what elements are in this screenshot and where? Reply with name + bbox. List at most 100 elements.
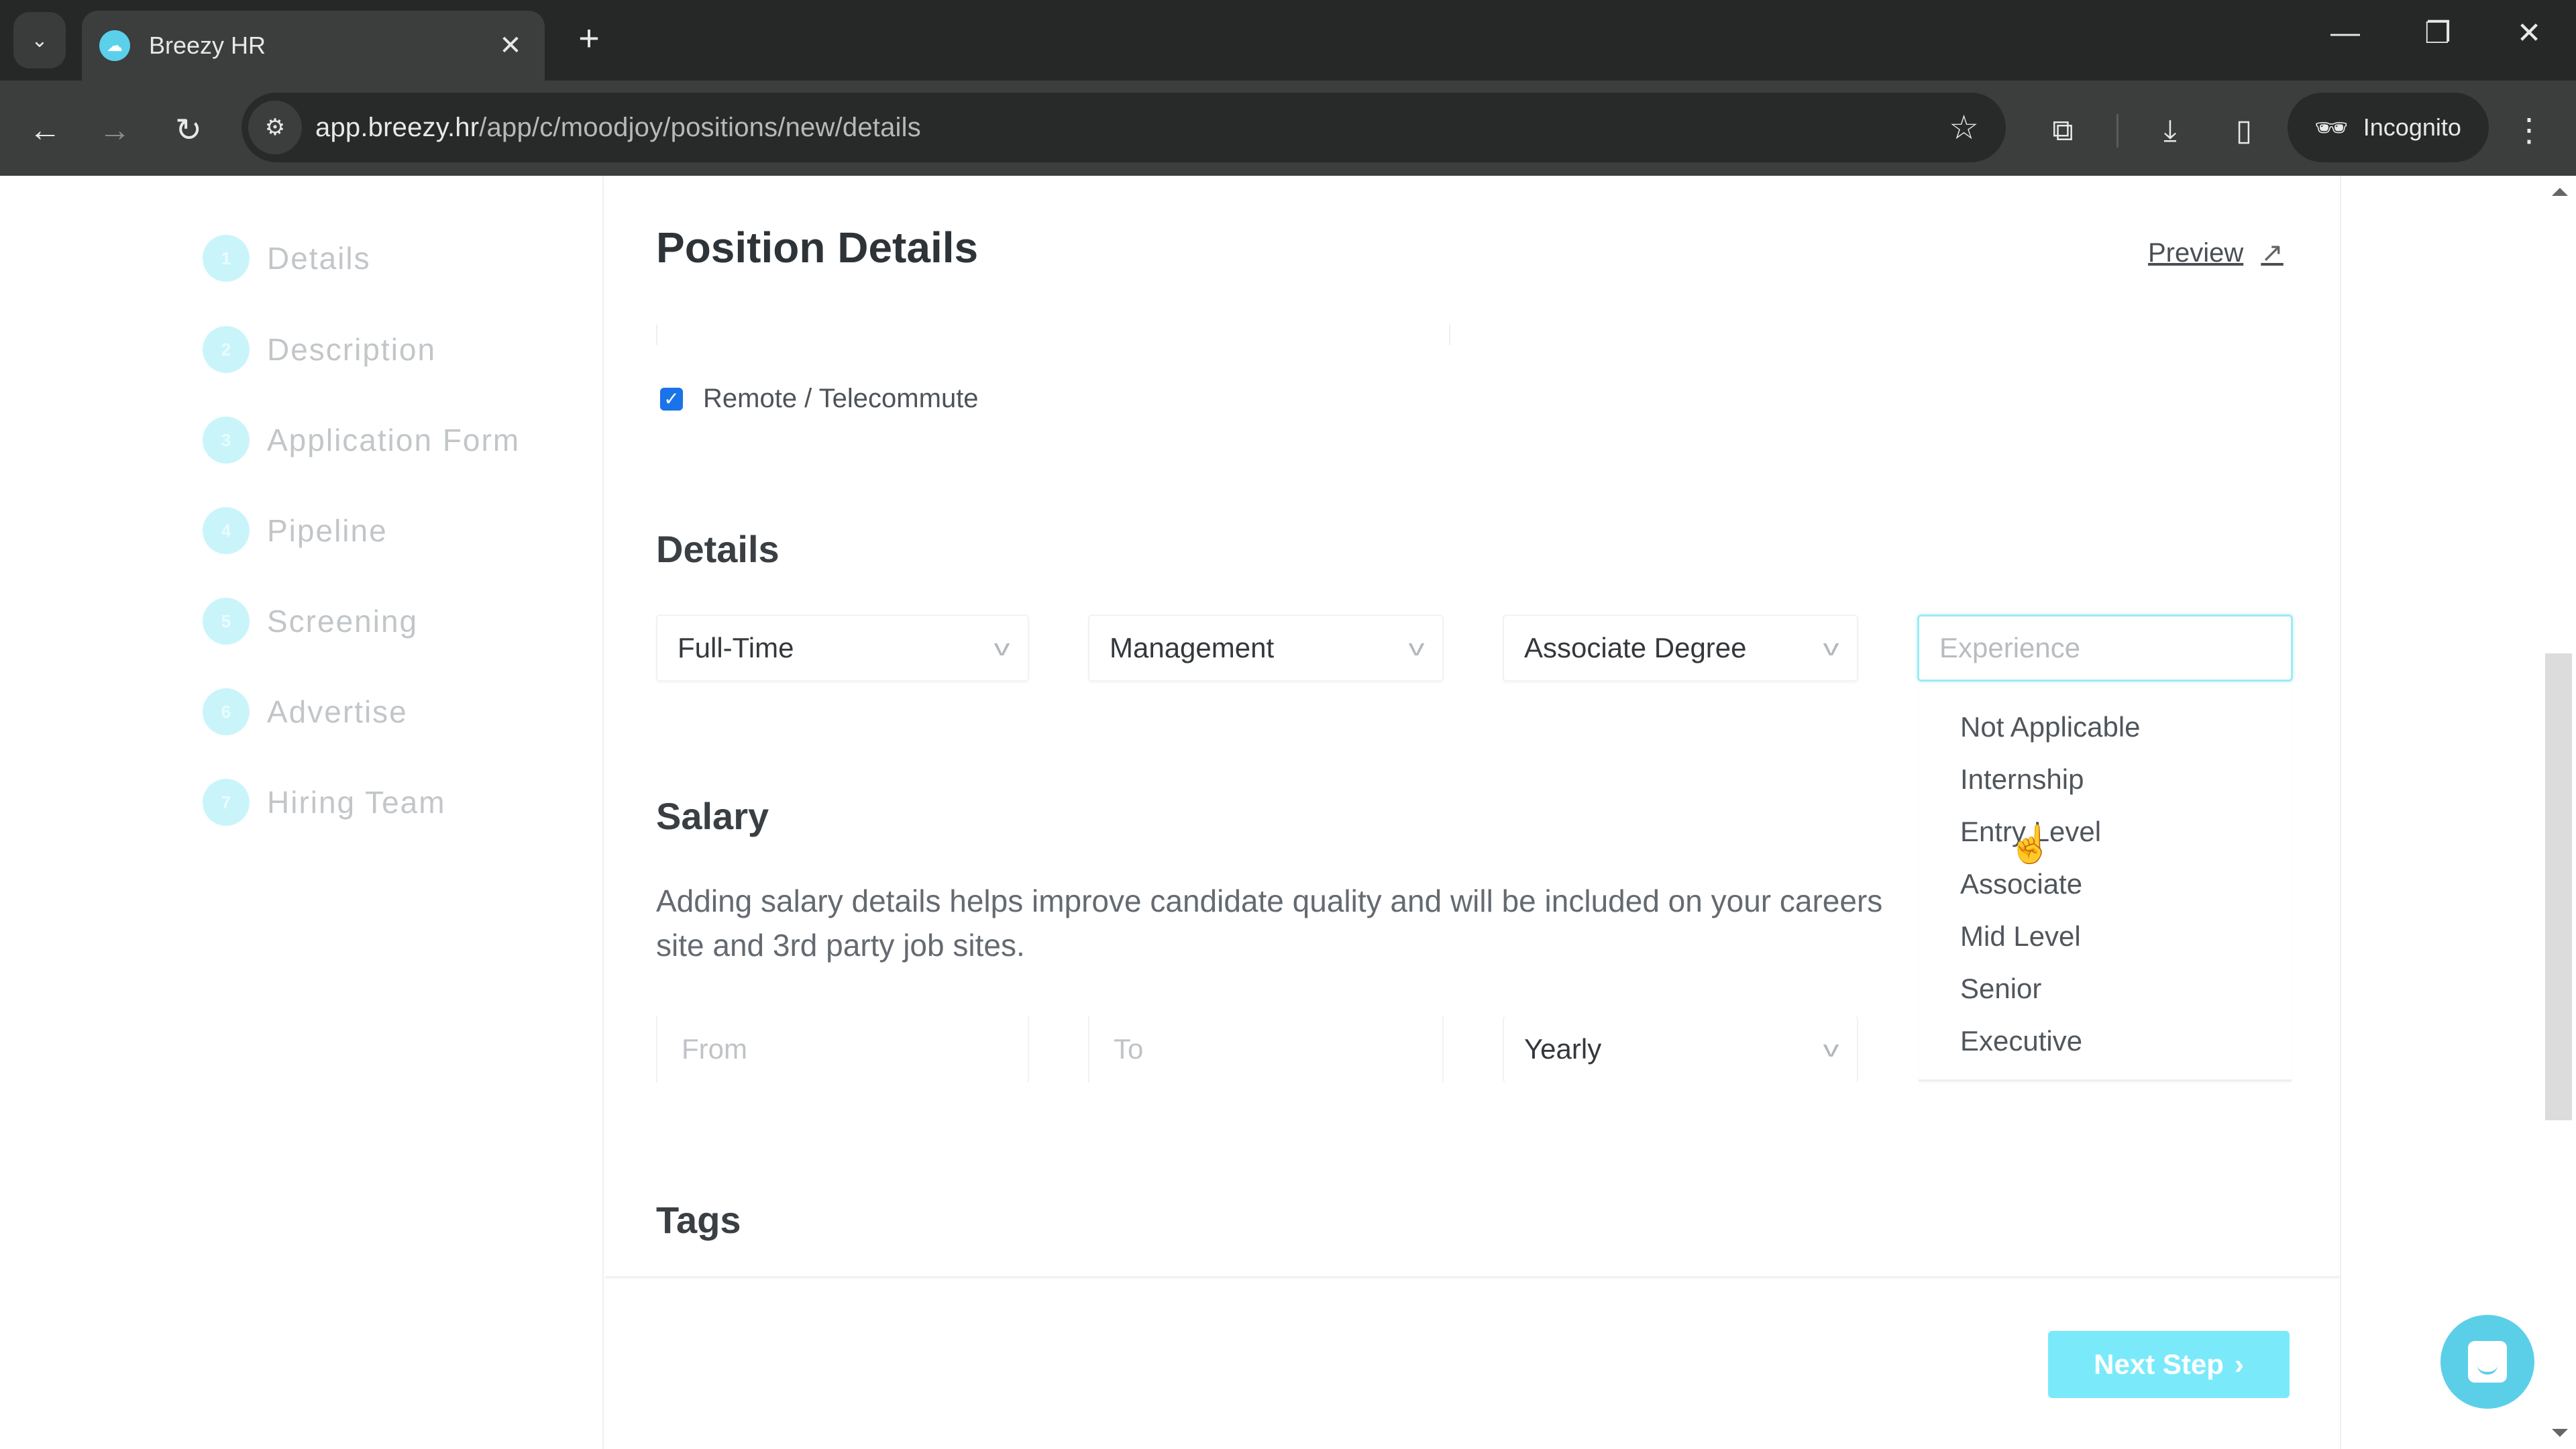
- salary-from-placeholder: From: [682, 1033, 747, 1065]
- step-label: Advertise: [267, 694, 408, 729]
- breezy-logo-icon: ☁: [99, 30, 130, 61]
- salary-from-input[interactable]: From: [656, 1016, 1029, 1083]
- forward-button[interactable]: →: [91, 107, 138, 154]
- page-title: Position Details: [656, 223, 979, 272]
- education-value: Associate Degree: [1524, 632, 1747, 663]
- preview-link[interactable]: Preview ↗: [2148, 237, 2284, 268]
- step-label: Hiring Team: [267, 785, 446, 820]
- next-step-button[interactable]: Next Step ›: [2048, 1331, 2290, 1398]
- external-link-icon: ↗: [2261, 238, 2284, 268]
- remote-checkbox[interactable]: ✓: [660, 387, 683, 411]
- chevron-down-icon: v: [1823, 635, 1839, 661]
- experience-option[interactable]: Internship: [1960, 763, 2084, 796]
- hand-cursor-icon: ☝: [2008, 824, 2053, 865]
- experience-option[interactable]: Not Applicable: [1960, 711, 2141, 743]
- reload-button[interactable]: ↻: [165, 107, 212, 154]
- download-icon[interactable]: ⤓: [2147, 107, 2194, 154]
- location-field-edge: [656, 325, 1450, 345]
- tags-section-title: Tags: [656, 1199, 741, 1241]
- restore-button[interactable]: ❐: [2411, 16, 2465, 50]
- main-panel: Position Details Preview ↗ ✓ Remote / Tel…: [605, 176, 2340, 1279]
- incognito-icon: 🕶: [2314, 113, 2349, 143]
- step-screening[interactable]: 5 Screening: [203, 598, 418, 645]
- step-number: 3: [203, 417, 250, 464]
- remote-option[interactable]: ✓ Remote / Telecommute: [660, 384, 979, 414]
- step-label: Application Form: [267, 423, 521, 458]
- scroll-down-arrow-icon[interactable]: [2552, 1429, 2568, 1437]
- experience-select[interactable]: Experience: [1917, 614, 2293, 682]
- step-application-form[interactable]: 3 Application Form: [203, 417, 520, 464]
- page-scrollbar[interactable]: [2542, 176, 2576, 1449]
- chat-icon: [2468, 1341, 2507, 1383]
- chevron-down-icon: v: [1823, 1036, 1839, 1062]
- details-section-title: Details: [656, 528, 780, 570]
- new-tab-button[interactable]: +: [569, 17, 609, 59]
- step-number: 4: [203, 507, 250, 554]
- browser-toolbar: ← → ↻ ⚙ app.breezy.hr/app/c/moodjoy/posi…: [0, 80, 2576, 176]
- next-step-label: Next Step: [2094, 1348, 2224, 1380]
- step-label: Pipeline: [267, 513, 388, 548]
- experience-option[interactable]: Associate: [1960, 868, 2082, 900]
- salary-to-placeholder: To: [1114, 1033, 1144, 1065]
- employment-type-value: Full-Time: [678, 632, 794, 663]
- experience-option[interactable]: Executive: [1960, 1025, 2082, 1057]
- tab-search-button[interactable]: ⌄: [13, 12, 66, 68]
- incognito-label: Incognito: [2363, 113, 2461, 141]
- step-details[interactable]: 1 Details: [203, 235, 371, 282]
- step-label: Description: [267, 332, 437, 367]
- employment-type-select[interactable]: Full-Time v: [656, 614, 1029, 682]
- kebab-menu-icon[interactable]: ⋮: [2509, 107, 2549, 154]
- scroll-up-arrow-icon[interactable]: [2552, 188, 2568, 196]
- step-label: Screening: [267, 604, 419, 639]
- scrollbar-thumb[interactable]: [2545, 653, 2572, 1120]
- back-button[interactable]: ←: [21, 107, 68, 154]
- chevron-down-icon: v: [1408, 635, 1425, 661]
- side-panel-icon[interactable]: ▯: [2220, 107, 2267, 154]
- step-label: Details: [267, 241, 371, 276]
- salary-description: Adding salary details helps improve cand…: [656, 883, 1883, 963]
- step-advertise[interactable]: 6 Advertise: [203, 688, 408, 735]
- bookmark-star-icon[interactable]: ☆: [1949, 93, 1979, 162]
- step-number: 2: [203, 326, 250, 373]
- experience-dropdown: Not Applicable Internship Entry Level As…: [1919, 686, 2292, 1081]
- education-select[interactable]: Associate Degree v: [1503, 614, 1858, 682]
- tab-title: Breezy HR: [149, 32, 266, 59]
- page-content: 1 Details 2 Description 3 Application Form …: [0, 176, 2576, 1449]
- url-path: /app/c/moodjoy/positions/new/details: [479, 113, 921, 142]
- chat-launcher-button[interactable]: [2440, 1315, 2534, 1409]
- step-number: 6: [203, 688, 250, 735]
- incognito-badge[interactable]: 🕶 Incognito: [2288, 93, 2489, 162]
- step-number: 7: [203, 779, 250, 826]
- url-text[interactable]: app.breezy.hr/app/c/moodjoy/positions/ne…: [315, 93, 921, 162]
- category-select[interactable]: Management v: [1088, 614, 1444, 682]
- step-hiring-team[interactable]: 7 Hiring Team: [203, 779, 446, 826]
- browser-tab[interactable]: ☁ Breezy HR ✕: [82, 11, 545, 80]
- toolbar-divider: [2116, 114, 2118, 148]
- section-divider: [605, 1276, 2340, 1279]
- browser-tab-bar: ⌄ ☁ Breezy HR ✕ + — ❐ ✕: [0, 0, 2576, 80]
- address-bar[interactable]: ⚙ app.breezy.hr/app/c/moodjoy/positions/…: [241, 93, 2006, 162]
- salary-to-input[interactable]: To: [1088, 1016, 1444, 1083]
- step-sidebar: 1 Details 2 Description 3 Application Form …: [0, 176, 604, 1449]
- experience-option[interactable]: Mid Level: [1960, 920, 2081, 953]
- experience-placeholder: Experience: [1939, 632, 2081, 663]
- chevron-down-icon: v: [994, 635, 1010, 661]
- remote-label: Remote / Telecommute: [703, 384, 979, 413]
- url-host: app.breezy.hr: [315, 113, 480, 142]
- preview-label: Preview: [2148, 237, 2244, 268]
- chevron-right-icon: ›: [2234, 1348, 2244, 1380]
- site-info-icon[interactable]: ⚙: [248, 101, 302, 154]
- salary-period-select[interactable]: Yearly v: [1503, 1016, 1858, 1083]
- step-description[interactable]: 2 Description: [203, 326, 436, 373]
- experience-option[interactable]: Senior: [1960, 973, 2041, 1005]
- extensions-icon[interactable]: ⧉: [2039, 107, 2086, 154]
- minimize-button[interactable]: —: [2318, 16, 2372, 50]
- salary-section-title: Salary: [656, 795, 769, 837]
- chevron-down-icon: ⌄: [31, 29, 48, 52]
- category-value: Management: [1110, 632, 1275, 663]
- close-tab-button[interactable]: ✕: [494, 30, 527, 61]
- salary-period-value: Yearly: [1524, 1033, 1602, 1065]
- close-window-button[interactable]: ✕: [2502, 16, 2556, 50]
- step-number: 1: [203, 235, 250, 282]
- step-pipeline[interactable]: 4 Pipeline: [203, 507, 388, 554]
